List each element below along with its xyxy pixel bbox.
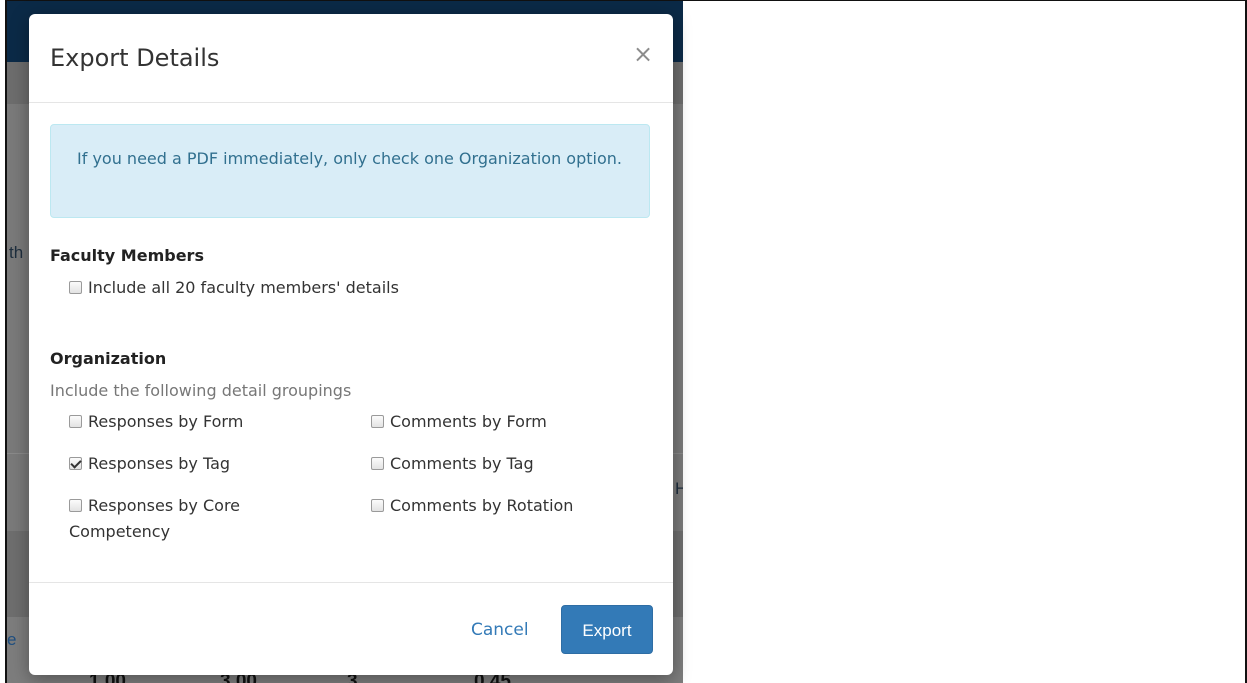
organization-description: Include the following detail groupings — [50, 381, 352, 400]
responses-by-form-checkbox[interactable] — [69, 415, 82, 428]
export-button[interactable]: Export — [561, 605, 653, 654]
comments-by-rotation-checkbox[interactable] — [371, 499, 384, 512]
comments-by-form-option[interactable]: Comments by Form — [371, 409, 547, 435]
responses-by-tag-checkbox[interactable] — [69, 457, 82, 470]
modal-title: Export Details — [50, 44, 220, 72]
comments-by-rotation-option[interactable]: Comments by Rotation — [371, 493, 573, 519]
modal-footer: Cancel Export — [29, 582, 673, 676]
include-faculty-details-option[interactable]: Include all 20 faculty members' details — [69, 275, 399, 301]
include-faculty-details-label: Include all 20 faculty members' details — [88, 278, 399, 297]
faculty-members-heading: Faculty Members — [50, 246, 204, 265]
background-text-fragment: th — [9, 243, 24, 262]
comments-by-tag-option[interactable]: Comments by Tag — [371, 451, 534, 477]
comments-by-tag-checkbox[interactable] — [371, 457, 384, 470]
comments-by-form-checkbox[interactable] — [371, 415, 384, 428]
modal-header: Export Details × — [29, 14, 673, 103]
responses-by-core-competency-label: Responses by Core Competency — [69, 496, 241, 541]
cancel-button[interactable]: Cancel — [461, 613, 539, 647]
responses-by-tag-option[interactable]: Responses by Tag — [69, 451, 319, 477]
responses-by-form-option[interactable]: Responses by Form — [69, 409, 319, 435]
background-text-fragment-right: H — [675, 479, 683, 498]
organization-heading: Organization — [50, 349, 167, 368]
responses-by-core-competency-checkbox[interactable] — [69, 499, 82, 512]
comments-by-form-label: Comments by Form — [390, 412, 547, 431]
responses-by-tag-label: Responses by Tag — [88, 454, 231, 473]
comments-by-tag-label: Comments by Tag — [390, 454, 534, 473]
responses-by-core-competency-option[interactable]: Responses by Core Competency — [69, 493, 289, 545]
close-icon[interactable]: × — [631, 42, 655, 66]
responses-by-form-label: Responses by Form — [88, 412, 244, 431]
include-faculty-details-checkbox[interactable] — [69, 281, 82, 294]
export-details-modal: Export Details × If you need a PDF immed… — [29, 14, 673, 675]
background-link-fragment: e — [7, 630, 17, 649]
info-alert: If you need a PDF immediately, only chec… — [50, 124, 650, 218]
comments-by-rotation-label: Comments by Rotation — [390, 496, 574, 515]
